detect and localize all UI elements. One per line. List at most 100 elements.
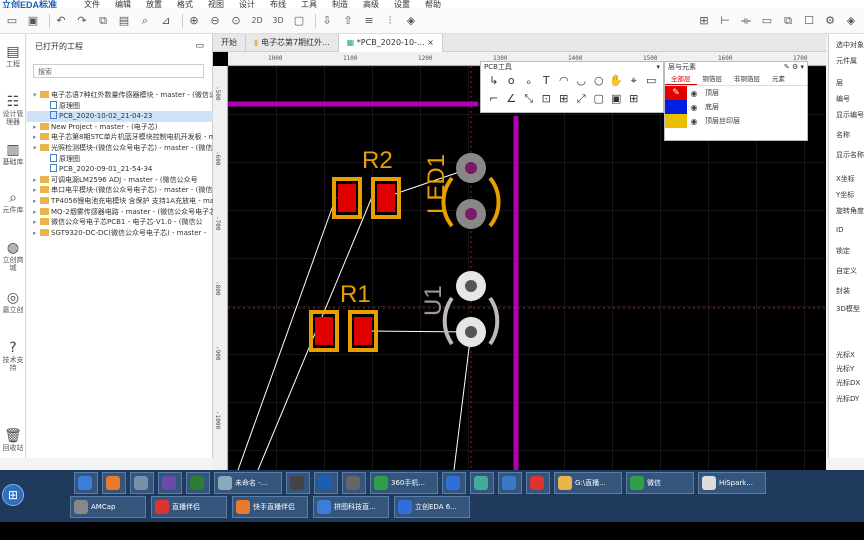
paste-icon[interactable]: ▤ — [116, 13, 132, 29]
layer-color-swatch[interactable] — [665, 114, 687, 128]
tree-item[interactable]: PCB_2020-09-01_21-54-34 — [27, 164, 213, 175]
layers-icon[interactable]: ◈ — [403, 13, 419, 29]
dimension-icon[interactable]: ⤡ — [520, 92, 538, 106]
taskbar-app[interactable]: 未命名 -... — [214, 472, 282, 494]
circle-icon[interactable]: ○ — [590, 74, 608, 88]
save-icon[interactable]: ▣ — [25, 13, 41, 29]
tree-item[interactable]: ▸ New Project - master - (电子芯) — [27, 122, 213, 133]
tree-item[interactable]: ▸ 串口电平模块-(微信公众号电子芯) - master - (微信 — [27, 185, 213, 196]
search-icon[interactable]: ⌕ — [137, 13, 153, 29]
tree-item[interactable]: PCB_2020-10-02_21-04-23 — [27, 111, 213, 122]
tree-item[interactable]: 原理图 — [27, 153, 213, 165]
eye-icon[interactable]: ◉ — [687, 89, 701, 98]
layers-tab[interactable]: 全部层 — [665, 72, 697, 85]
arc-icon[interactable]: ◠ — [555, 74, 573, 88]
taskbar-window[interactable]: 直播伴侣 — [151, 496, 227, 518]
zoom-out-icon[interactable]: ⊖ — [207, 13, 223, 29]
tree-item[interactable]: ▸ TP4056锂电池充电模块 含保护 支持1A充放电 - master — [27, 196, 213, 207]
import-icon[interactable]: ⇩ — [319, 13, 335, 29]
distribute-icon[interactable]: ⫶ — [382, 13, 398, 29]
taskbar-app[interactable] — [526, 472, 550, 494]
taskbar-window[interactable]: 立创EDA 6... — [394, 496, 470, 518]
expand-arrow-icon[interactable]: ▸ — [33, 217, 40, 228]
new-file-icon[interactable]: ▭ — [4, 13, 20, 29]
led1-designator[interactable]: LED1 — [423, 154, 450, 214]
nav-project[interactable]: ▤ 工程 — [0, 44, 26, 68]
taskbar-window[interactable]: 拼图科技直... — [313, 496, 389, 518]
pan-icon[interactable]: ✋ — [608, 74, 626, 88]
taskbar-window[interactable]: 快手直播伴侣 — [232, 496, 308, 518]
r1-pad-2[interactable] — [354, 317, 372, 345]
canvas-origin-icon[interactable]: ⌖ — [625, 74, 643, 88]
tree-item[interactable]: 原理图 — [27, 100, 213, 112]
layer-row[interactable]: ◉ 顶层丝印层 — [665, 114, 807, 128]
align-icon[interactable]: ≡ — [361, 13, 377, 29]
tab-schematic[interactable]: ▮ 电子芯第7期红外... — [246, 34, 339, 52]
copy-icon[interactable]: ⧉ — [95, 13, 111, 29]
layer-row[interactable]: ✎ ◉ 顶层 — [665, 86, 807, 100]
image-icon[interactable]: ▭ — [643, 74, 661, 88]
nav-lcsc[interactable]: ◍ 立创商城 — [0, 240, 26, 272]
pad-icon[interactable]: ₒ — [520, 74, 538, 88]
check-icon[interactable]: ☐ — [801, 13, 817, 29]
redo-icon[interactable]: ↷ — [74, 13, 90, 29]
taskbar-app[interactable] — [158, 472, 182, 494]
expand-arrow-icon[interactable]: ▸ — [33, 132, 40, 143]
tree-item[interactable]: ▾ 光照检测模块-(微信公众号电子芯) - master - (微信 — [27, 143, 213, 154]
nav-jlc[interactable]: ◎ 嘉立创 — [0, 290, 26, 314]
taskbar-window[interactable]: AMCap — [70, 496, 146, 518]
taskbar-app[interactable]: 360手机... — [370, 472, 438, 494]
expand-arrow-icon[interactable]: ▾ — [33, 143, 40, 154]
measure-icon[interactable]: ⊢ — [717, 13, 733, 29]
expand-arrow-icon[interactable]: ▸ — [33, 196, 40, 207]
r2-designator[interactable]: R2 — [362, 147, 393, 174]
zoom-fit-icon[interactable]: ⊙ — [228, 13, 244, 29]
expand-arrow-icon[interactable]: ▸ — [33, 207, 40, 218]
line-icon[interactable]: ⌐ — [485, 92, 503, 106]
grid-icon[interactable]: ⊞ — [696, 13, 712, 29]
zoom-in-icon[interactable]: ⊕ — [186, 13, 202, 29]
copy-board-icon[interactable]: ⧉ — [780, 13, 796, 29]
tree-item[interactable]: ▾ 电子芯语7种红外数量传感器模块 - master - (微信公众号 — [27, 90, 213, 101]
r1-pad-1[interactable] — [315, 317, 333, 345]
taskbar-app[interactable] — [470, 472, 494, 494]
r1-designator[interactable]: R1 — [340, 281, 371, 308]
layer-color-swatch[interactable]: ✎ — [665, 86, 687, 100]
panel-menu-icon[interactable]: ▾ — [656, 62, 663, 72]
u1-designator[interactable]: U1 — [420, 285, 447, 316]
copper-area-icon[interactable]: ⤢ — [573, 92, 591, 106]
tree-item[interactable]: ▸ MQ-2烟雾传感器电路 - master - (微信公众号电子芯 — [27, 207, 213, 218]
project-search-input[interactable]: 搜索 — [33, 64, 204, 78]
array-icon[interactable]: ⊞ — [625, 92, 643, 106]
view-3d-button[interactable]: 3D — [270, 13, 286, 29]
nav-base-library[interactable]: ▥ 基础库 — [0, 142, 26, 166]
rect-icon[interactable]: ⊡ — [538, 92, 556, 106]
start-button[interactable]: ⊞ — [2, 484, 24, 506]
pin-icon[interactable]: ⊿ — [158, 13, 174, 29]
layers-header-icons[interactable]: ✎ ⚙ ▾ — [784, 62, 807, 72]
tree-item[interactable]: ▸ 电子芯第8期STC单片机蓝牙模块控制电机开发板 - master — [27, 132, 213, 143]
tab-start[interactable]: 开始 — [213, 34, 246, 52]
nav-trash[interactable]: 🗑 回收站 — [0, 428, 26, 452]
taskbar-app[interactable] — [442, 472, 466, 494]
layer-color-swatch[interactable] — [665, 100, 687, 114]
via-icon[interactable]: o — [503, 74, 521, 88]
layers-tab[interactable]: 元素 — [766, 72, 791, 85]
expand-arrow-icon[interactable]: ▸ — [33, 228, 40, 239]
tree-item[interactable]: ▸ 微信公众号电子芯PCB1 - 电子芯-V1.0 - (微信公 — [27, 217, 213, 228]
cube-icon[interactable]: ◈ — [843, 13, 859, 29]
r2-pad-1[interactable] — [338, 184, 356, 212]
taskbar-app[interactable]: G:\直播... — [554, 472, 622, 494]
layers-tab[interactable]: 非铜箔层 — [728, 72, 766, 85]
undo-icon[interactable]: ↶ — [53, 13, 69, 29]
taskbar-app[interactable] — [102, 472, 126, 494]
taskbar-app[interactable] — [342, 472, 366, 494]
view-2d-button[interactable]: 2D — [249, 13, 265, 29]
box-icon[interactable]: ▭ — [759, 13, 775, 29]
taskbar-app[interactable] — [286, 472, 310, 494]
expand-arrow-icon[interactable]: ▸ — [33, 122, 40, 133]
solid-region-icon[interactable]: ▢ — [590, 92, 608, 106]
expand-arrow-icon[interactable]: ▸ — [33, 175, 40, 186]
export-icon[interactable]: ⇧ — [340, 13, 356, 29]
collapse-icon[interactable]: ▭ — [195, 41, 204, 51]
